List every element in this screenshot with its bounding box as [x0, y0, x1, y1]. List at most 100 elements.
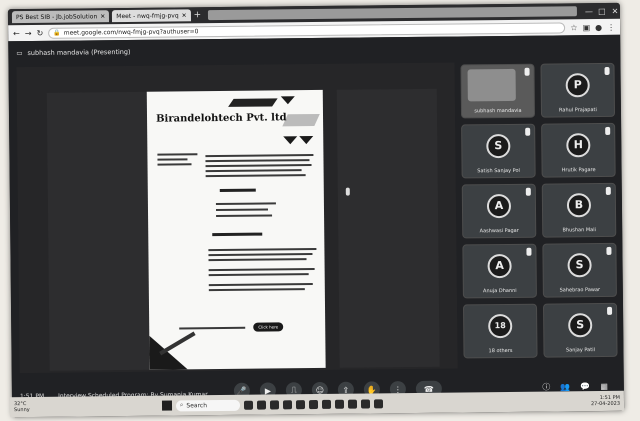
- weather-widget[interactable]: 32°C Sunny: [14, 401, 50, 413]
- slide-text-line: [205, 174, 306, 178]
- back-icon[interactable]: ←: [13, 29, 20, 38]
- mic-off-icon: [525, 127, 531, 136]
- participant-tile[interactable]: S Sahebrao Pawar: [542, 242, 617, 298]
- browser-tab-2[interactable]: Meet - nwq-fmjg-pvq ✕: [112, 9, 191, 23]
- task-view-icon[interactable]: [243, 400, 254, 410]
- slide-text-line: [157, 163, 192, 166]
- forward-icon[interactable]: →: [25, 28, 32, 37]
- tab-label: PS Best SIB - Jb.jobSolution: [15, 12, 98, 21]
- slide-text-line: [157, 153, 198, 156]
- stage-left-panel: [46, 91, 150, 371]
- app-icon[interactable]: [373, 398, 384, 408]
- slide-decoration: [228, 98, 278, 107]
- participant-name: 18 others: [488, 347, 513, 355]
- app-icon[interactable]: [347, 399, 358, 409]
- app-icon[interactable]: [308, 399, 319, 409]
- system-tray[interactable]: 1:51 PM 27-04-2023: [591, 395, 620, 407]
- avatar: S: [568, 312, 593, 338]
- slide-text-line: [157, 158, 188, 161]
- participant-name: Sahebrao Pawar: [559, 287, 601, 294]
- avatar: B: [566, 192, 592, 218]
- search-icon: ⌕: [179, 401, 184, 409]
- participant-name: Rahul Prajapati: [559, 107, 597, 114]
- app-icon[interactable]: [360, 398, 371, 409]
- slide-triangle-icon: [299, 136, 314, 145]
- participant-name: Sanjay Patil: [565, 347, 596, 354]
- slide-text-line: [208, 247, 317, 252]
- others-tile[interactable]: 18 18 others: [462, 303, 538, 359]
- taskbar-search[interactable]: ⌕ Search: [175, 399, 241, 411]
- tab-strip-space: [208, 6, 577, 21]
- weather-desc: Sunny: [14, 407, 30, 414]
- slide-text-line: [205, 164, 312, 168]
- slide-text-line: [205, 154, 314, 158]
- slide-text-line: [208, 258, 307, 262]
- close-tab-icon[interactable]: ✕: [100, 13, 105, 20]
- browser-icon[interactable]: [269, 399, 280, 409]
- reload-icon[interactable]: ↻: [36, 28, 43, 37]
- url-text: meet.google.com/nwq-fmjg-pvq?authuser=0: [63, 27, 199, 37]
- lock-icon: 🔒: [53, 29, 61, 37]
- avatar: A: [486, 193, 512, 219]
- participant-tile[interactable]: S Satish Sanjay Pol: [461, 123, 536, 179]
- participant-grid: subhash mandavia P Rahul Prajapati S Sat…: [460, 62, 619, 359]
- presenter-banner: ▭ subhash mandavia (Presenting): [16, 48, 130, 57]
- maximize-button[interactable]: □: [597, 6, 607, 15]
- slide-decoration: [282, 113, 320, 127]
- slide-triangle-icon: [280, 96, 295, 105]
- participant-name: Anuja Dhanni: [483, 287, 517, 295]
- slide-text-line: [179, 326, 246, 330]
- participant-tile[interactable]: subhash mandavia: [460, 63, 536, 119]
- menu-icon[interactable]: ⋮: [607, 22, 615, 31]
- presentation-stage: Birandelohtech Pvt. ltd Click here: [16, 62, 458, 374]
- avatar: A: [487, 253, 512, 279]
- participant-tile[interactable]: H Hrutik Pagare: [541, 122, 616, 178]
- stage-resize-handle[interactable]: [345, 187, 350, 196]
- slide-text-line: [208, 268, 315, 272]
- profile-icon[interactable]: ●: [595, 22, 602, 31]
- participant-tile[interactable]: P Rahul Prajapati: [540, 62, 616, 118]
- app-icon[interactable]: [295, 399, 306, 409]
- slide-text-line: [215, 208, 269, 212]
- presenter-label: subhash mandavia (Presenting): [27, 47, 131, 58]
- participant-tile[interactable]: A Aashwasi Pagar: [461, 183, 537, 239]
- file-explorer-icon[interactable]: [256, 400, 267, 410]
- bookmark-star-icon[interactable]: ☆: [570, 23, 577, 32]
- chat-icon[interactable]: 💬: [580, 382, 590, 391]
- slide-heading-bar: [219, 188, 256, 193]
- new-tab-button[interactable]: +: [194, 10, 202, 20]
- mic-off-icon: [525, 187, 531, 196]
- extensions-icon[interactable]: ▣: [583, 23, 591, 32]
- slide-triangle-icon: [283, 136, 298, 145]
- tray-date: 27-04-2023: [590, 400, 621, 408]
- app-icon[interactable]: [282, 399, 293, 409]
- minimize-button[interactable]: —: [584, 7, 594, 16]
- participant-tile[interactable]: S Sanjay Patil: [542, 302, 618, 358]
- participant-name: Satish Sanjay Pol: [477, 167, 520, 175]
- slide-text-line: [205, 169, 302, 173]
- close-window-button[interactable]: ✕: [610, 6, 620, 15]
- avatar: S: [486, 133, 511, 159]
- browser-tab-1[interactable]: PS Best SIB - Jb.jobSolution ✕: [11, 10, 110, 24]
- close-tab-icon[interactable]: ✕: [182, 12, 187, 19]
- windows-start-icon[interactable]: [161, 400, 173, 411]
- participant-tile[interactable]: B Bhushan Mali: [541, 182, 617, 238]
- app-icon[interactable]: [334, 399, 345, 409]
- slide-heading-bar: [212, 232, 263, 237]
- meet-window: ▭ subhash mandavia (Presenting) Birandel…: [8, 34, 625, 418]
- slide-text-line: [208, 288, 305, 292]
- mic-icon: [524, 67, 530, 76]
- avatar: S: [567, 252, 592, 278]
- slide-text-line: [216, 214, 273, 218]
- screen: PS Best SIB - Jb.jobSolution ✕ Meet - nw…: [7, 2, 625, 418]
- slide-text-line: [208, 273, 309, 277]
- search-label: Search: [186, 401, 208, 409]
- slide-text-line: [208, 253, 313, 257]
- participant-tile[interactable]: A Anuja Dhanni: [462, 243, 537, 299]
- mic-off-icon: [526, 247, 532, 256]
- people-icon[interactable]: 👥: [560, 382, 570, 391]
- app-icon[interactable]: [321, 399, 332, 409]
- activities-icon[interactable]: ▦: [600, 382, 608, 391]
- mic-off-icon: [607, 306, 613, 315]
- avatar: P: [565, 72, 590, 98]
